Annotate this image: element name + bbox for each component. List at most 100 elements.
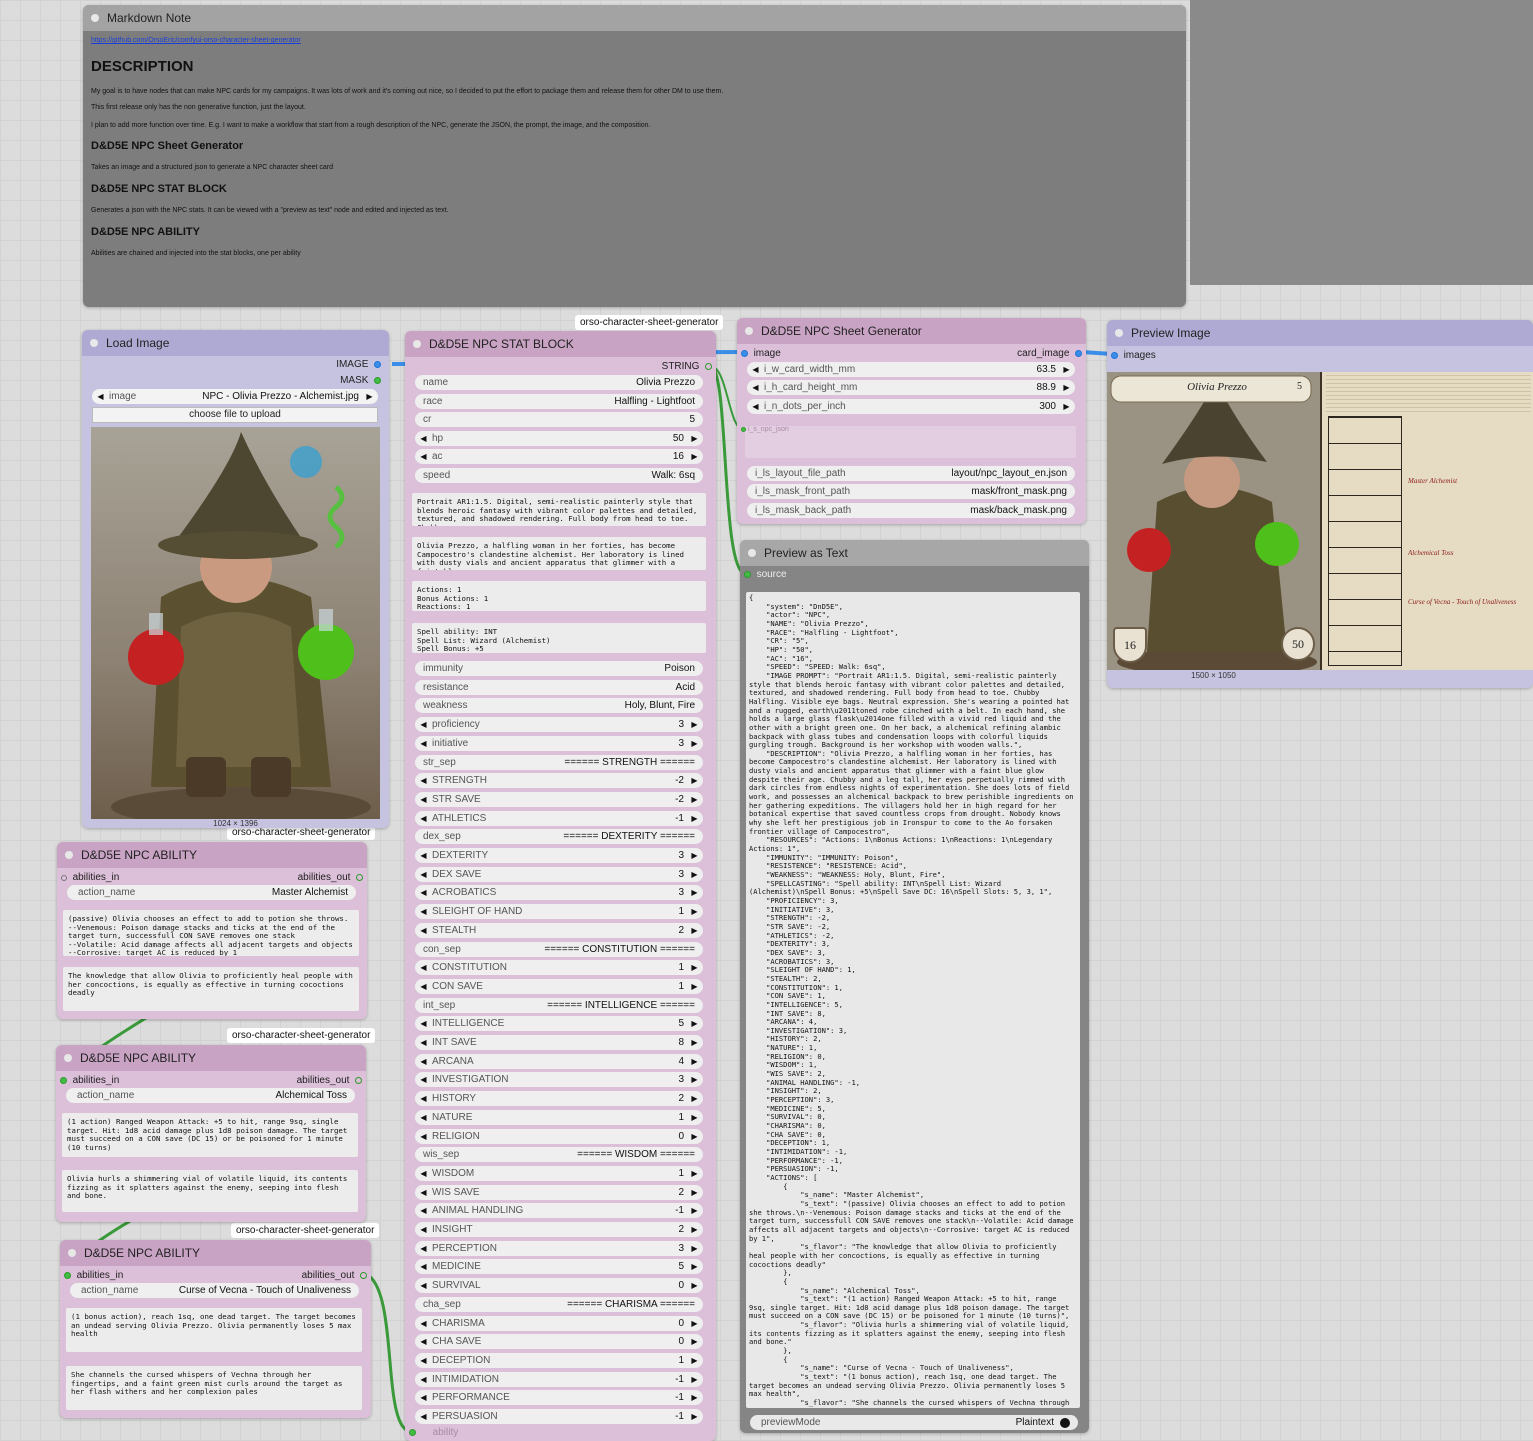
arrow-left-icon[interactable]: ◀ [419, 776, 428, 785]
collapse-dot-icon[interactable] [65, 851, 73, 859]
input-socket[interactable] [61, 874, 67, 881]
field-proficiency[interactable]: ◀ proficiency 3 ▶ [415, 717, 703, 733]
arrow-right-icon[interactable]: ▶ [690, 1188, 699, 1197]
arrow-left-icon[interactable]: ◀ [419, 926, 428, 935]
action-name-field[interactable]: action_name Curse of Vecna - Touch of Una… [70, 1283, 359, 1298]
arrow-right-icon[interactable]: ▶ [690, 1244, 699, 1253]
arrow-left-icon[interactable]: ◀ [419, 870, 428, 879]
field-animal-handling[interactable]: ◀ ANIMAL HANDLING -1 ▶ [415, 1203, 703, 1219]
arrow-right-icon[interactable]: ▶ [690, 888, 699, 897]
field-int-save[interactable]: ◀ INT SAVE 8 ▶ [415, 1035, 703, 1050]
field-history[interactable]: ◀ HISTORY 2 ▶ [415, 1091, 703, 1107]
field-nature[interactable]: ◀ NATURE 1 ▶ [415, 1109, 703, 1125]
field-str-save[interactable]: ◀ STR SAVE -2 ▶ [415, 791, 703, 807]
arrow-right-icon[interactable]: ▶ [690, 1206, 699, 1215]
preview-text-node[interactable]: Preview as Text source { "system": "DnD5… [740, 540, 1089, 1433]
field-sleight-of-hand[interactable]: ◀ SLEIGHT OF HAND 1 ▶ [415, 904, 703, 920]
arrow-left-icon[interactable]: ◀ [419, 1038, 428, 1047]
field-str-sep[interactable]: str_sep ====== STRENGTH ====== [415, 754, 703, 770]
arrow-left-icon[interactable]: ◀ [419, 1262, 428, 1271]
node-title-bar[interactable]: Preview Image [1107, 320, 1533, 346]
output-string[interactable]: STRING [662, 361, 712, 372]
field-arcana[interactable]: ◀ ARCANA 4 ▶ [415, 1053, 703, 1069]
input-socket[interactable] [60, 1077, 67, 1084]
group-label[interactable]: orso-character-sheet-generator [227, 1028, 376, 1043]
arrow-right-icon[interactable]: ▶ [690, 1319, 699, 1328]
arrow-left-icon[interactable]: ◀ [419, 1206, 428, 1215]
field-wisdom[interactable]: ◀ WISDOM 1 ▶ [415, 1165, 703, 1181]
field-wis-save[interactable]: ◀ WIS SAVE 2 ▶ [415, 1184, 703, 1200]
arrow-right-icon[interactable]: ▶ [1062, 402, 1071, 411]
output-abilities[interactable]: abilities_out [298, 872, 363, 883]
field-cha-save[interactable]: ◀ CHA SAVE 0 ▶ [415, 1334, 703, 1350]
field-initiative[interactable]: ◀ initiative 3 ▶ [415, 735, 703, 751]
arrow-right-icon[interactable]: ▶ [690, 1075, 699, 1084]
arrow-left-icon[interactable]: ◀ [751, 383, 760, 392]
preview-image-node[interactable]: Preview Image images Olivia Prezzo 5 16 … [1107, 320, 1533, 688]
collapse-dot-icon[interactable] [68, 1249, 76, 1257]
arrow-left-icon[interactable]: ◀ [419, 1132, 428, 1141]
arrow-right-icon[interactable]: ▶ [690, 1169, 699, 1178]
ability-flavor[interactable]: Olivia hurls a shimmering vial of volati… [62, 1170, 358, 1212]
arrow-left-icon[interactable]: ◀ [419, 1094, 428, 1103]
field-i-ls-mask-back-path[interactable]: i_ls_mask_back_path mask/back_mask.png [747, 502, 1075, 518]
arrow-right-icon[interactable]: ▶ [690, 907, 699, 916]
arrow-right-icon[interactable]: ▶ [690, 1393, 699, 1402]
output-image[interactable]: IMAGE [336, 359, 381, 370]
field-dexterity[interactable]: ◀ DEXTERITY 3 ▶ [415, 848, 703, 863]
input-image[interactable]: image [741, 348, 781, 359]
input-source[interactable]: source [744, 569, 787, 580]
upload-button[interactable]: choose file to upload [92, 407, 378, 423]
ability-text[interactable]: (1 bonus action), reach 1sq, one dead ta… [66, 1308, 362, 1352]
arrow-right-icon[interactable]: ▶ [690, 452, 699, 461]
arrow-left-icon[interactable]: ◀ [419, 1169, 428, 1178]
collapse-dot-icon[interactable] [413, 340, 421, 348]
field-i-n-dots-per-inch[interactable]: ◀ i_n_dots_per_inch 300 ▶ [747, 398, 1075, 414]
action-name-field[interactable]: action_name Alchemical Toss [66, 1088, 355, 1103]
node-title-bar[interactable]: D&D5E NPC ABILITY [56, 1045, 366, 1071]
arrow-right-icon[interactable]: ▶ [690, 1038, 699, 1047]
arrow-left-icon[interactable]: ◀ [419, 1113, 428, 1122]
field-persuasion[interactable]: ◀ PERSUASION -1 ▶ [415, 1409, 703, 1424]
ability-text[interactable]: (1 action) Ranged Weapon Attack: +5 to h… [62, 1113, 358, 1157]
preview-mode-toggle[interactable]: previewMode Plaintext [750, 1415, 1078, 1430]
field-race[interactable]: race Halfling - Lightfoot [415, 393, 703, 409]
arrow-right-icon[interactable]: ▶ [690, 963, 699, 972]
markdown-link[interactable]: https://github.com/OrsoEric/comfyui-orso… [91, 37, 301, 44]
field-strength[interactable]: ◀ STRENGTH -2 ▶ [415, 773, 703, 789]
collapse-dot-icon[interactable] [64, 1054, 72, 1062]
arrow-left-icon[interactable]: ◀ [419, 1337, 428, 1346]
arrow-right-icon[interactable]: ▶ [690, 926, 699, 935]
output-socket[interactable] [705, 363, 712, 370]
arrow-right-icon[interactable]: ▶ [690, 795, 699, 804]
arrow-left-icon[interactable]: ◀ [419, 1281, 428, 1290]
ability-text[interactable]: (passive) Olivia chooses an effect to ad… [63, 910, 359, 956]
arrow-right-icon[interactable]: ▶ [690, 776, 699, 785]
arrow-right-icon[interactable]: ▶ [1062, 383, 1071, 392]
field-immunity[interactable]: immunity Poison [415, 661, 703, 676]
input-socket[interactable] [741, 350, 748, 357]
arrow-left-icon[interactable]: ◀ [419, 1225, 428, 1234]
field-i-w-card-width-mm[interactable]: ◀ i_w_card_width_mm 63.5 ▶ [747, 362, 1075, 377]
node-title-bar[interactable]: Markdown Note [83, 5, 1186, 31]
stat-block-node[interactable]: D&D5E NPC STAT BLOCK STRING name Olivia P… [405, 331, 716, 1441]
arrow-left-icon[interactable]: ◀ [419, 1188, 428, 1197]
input-abilities[interactable]: abilities_in [61, 872, 119, 883]
field-i-ls-layout-file-path[interactable]: i_ls_layout_file_path layout/npc_layout_e… [747, 466, 1075, 481]
output-socket[interactable] [1075, 350, 1082, 357]
field-hp[interactable]: ◀ hp 50 ▶ [415, 430, 703, 446]
arrow-right-icon[interactable]: ▶ [365, 392, 374, 401]
field-int-sep[interactable]: int_sep ====== INTELLIGENCE ====== [415, 997, 703, 1013]
group-label[interactable]: orso-character-sheet-generator [231, 1223, 380, 1238]
field-dex-save[interactable]: ◀ DEX SAVE 3 ▶ [415, 866, 703, 882]
arrow-left-icon[interactable]: ◀ [96, 392, 105, 401]
image-select[interactable]: ◀ image NPC - Olivia Prezzo - Alchemist.… [92, 389, 378, 404]
field-investigation[interactable]: ◀ INVESTIGATION 3 ▶ [415, 1072, 703, 1088]
json-input-area[interactable] [745, 426, 1076, 458]
arrow-left-icon[interactable]: ◀ [419, 1375, 428, 1384]
arrow-left-icon[interactable]: ◀ [751, 365, 760, 374]
field-dex-sep[interactable]: dex_sep ====== DEXTERITY ====== [415, 829, 703, 845]
node-title-bar[interactable]: D&D5E NPC ABILITY [57, 842, 367, 868]
resources-textarea[interactable]: Actions: 1 Bonus Actions: 1 Reactions: 1 [412, 581, 706, 611]
ability-node[interactable]: D&D5E NPC ABILITY abilities_in abilities… [57, 842, 367, 1019]
